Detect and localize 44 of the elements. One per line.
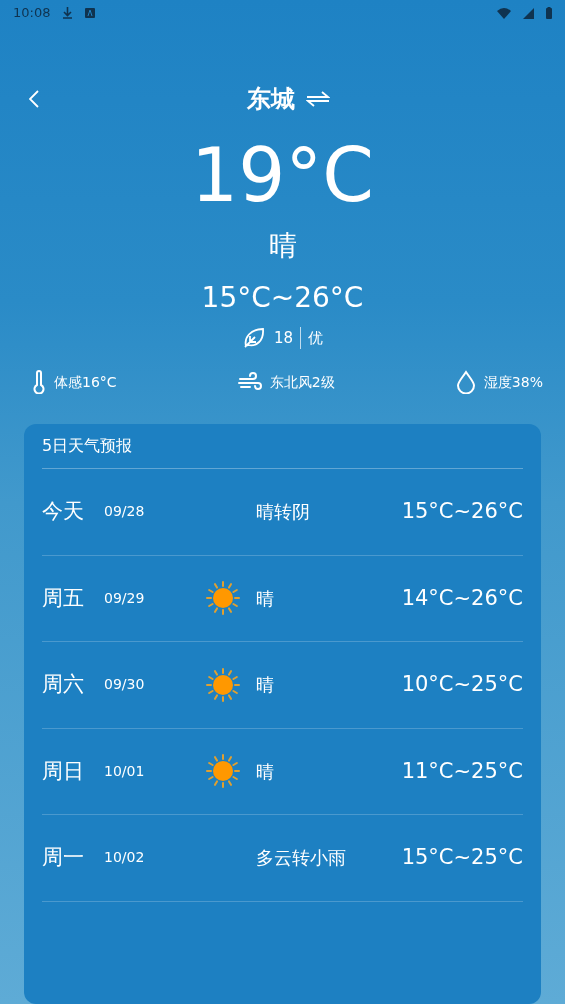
forecast-condition: 多云转小雨 (256, 846, 347, 871)
swap-arrows-icon (305, 91, 330, 107)
sun-icon (206, 754, 240, 789)
weather-detail: 东北风2级 (269, 372, 335, 392)
forecast-range: 15°C~26°C (401, 498, 523, 525)
forecast-date: 09/30 (104, 675, 146, 695)
current-condition: 晴 (268, 228, 297, 264)
forecast-title: 5日天气预报 (42, 424, 523, 469)
forecast-day: 周五 (42, 582, 104, 614)
forecast-range: 14°C~26°C (401, 584, 523, 612)
weather-detail: 体感16°C (54, 372, 117, 392)
forecast-range: 15°C~25°C (401, 844, 523, 871)
forecast-condition: 晴 (256, 673, 275, 698)
forecast-date: 09/28 (104, 502, 146, 522)
forecast-day: 周六 (42, 669, 104, 701)
forecast-day: 周一 (42, 842, 104, 874)
forecast-range: 10°C~25°C (401, 671, 523, 698)
app-notification-icon (85, 8, 96, 18)
sun-icon (206, 581, 240, 616)
forecast-day: 今天 (42, 496, 104, 528)
signal-icon (523, 7, 534, 19)
forecast-range: 11°C~25°C (401, 757, 523, 785)
current-temperature: 19°C (191, 131, 374, 220)
thermometer-icon (32, 370, 46, 394)
forecast-date: 10/01 (104, 761, 146, 781)
back-icon (29, 90, 39, 108)
weather-detail: 湿度38% (483, 372, 543, 392)
battery-icon (546, 7, 552, 19)
sun-icon (206, 667, 240, 702)
aqi-value: 18 (273, 327, 294, 349)
forecast-day: 周日 (42, 755, 104, 787)
forecast-date: 10/02 (104, 848, 146, 868)
temperature-range: 15°C~26°C (201, 280, 364, 316)
status-time: 10:08 (13, 4, 51, 23)
city-title: 东城 (246, 84, 295, 115)
forecast-condition: 晴转阴 (256, 500, 311, 525)
wind-icon (237, 371, 262, 393)
wifi-icon (497, 7, 511, 19)
forecast-condition: 晴 (256, 586, 275, 611)
download-icon (62, 7, 74, 19)
water-drop-icon (455, 370, 476, 394)
forecast-condition: 晴 (256, 759, 275, 784)
forecast-date: 09/29 (104, 588, 146, 608)
aqi-level: 优 (308, 327, 324, 349)
